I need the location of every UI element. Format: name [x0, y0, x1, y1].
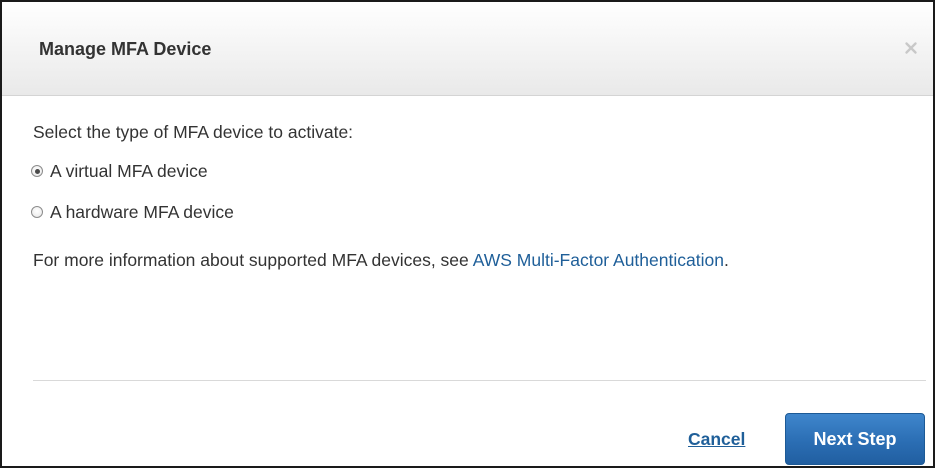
hardware-mfa-option[interactable]: A hardware MFA device	[31, 201, 234, 223]
cancel-button[interactable]: Cancel	[688, 428, 745, 450]
virtual-mfa-radio[interactable]	[31, 165, 43, 177]
hardware-mfa-radio[interactable]	[31, 206, 43, 218]
mfa-info-prefix: For more information about supported MFA…	[33, 250, 469, 270]
dialog-header: Manage MFA Device	[2, 2, 933, 96]
virtual-mfa-option[interactable]: A virtual MFA device	[31, 160, 208, 182]
close-icon[interactable]	[902, 39, 920, 57]
hardware-mfa-label[interactable]: A hardware MFA device	[50, 201, 234, 223]
manage-mfa-dialog: Manage MFA Device Select the type of MFA…	[0, 0, 935, 468]
mfa-info-text: For more information about supported MFA…	[33, 249, 729, 271]
aws-mfa-link[interactable]: AWS Multi-Factor Authentication	[473, 250, 724, 270]
dialog-title: Manage MFA Device	[39, 39, 212, 59]
mfa-info-suffix: .	[723, 250, 729, 270]
device-type-prompt: Select the type of MFA device to activat…	[33, 122, 354, 142]
next-step-button[interactable]: Next Step	[785, 413, 925, 465]
footer-divider	[33, 380, 926, 381]
virtual-mfa-label[interactable]: A virtual MFA device	[50, 160, 208, 182]
